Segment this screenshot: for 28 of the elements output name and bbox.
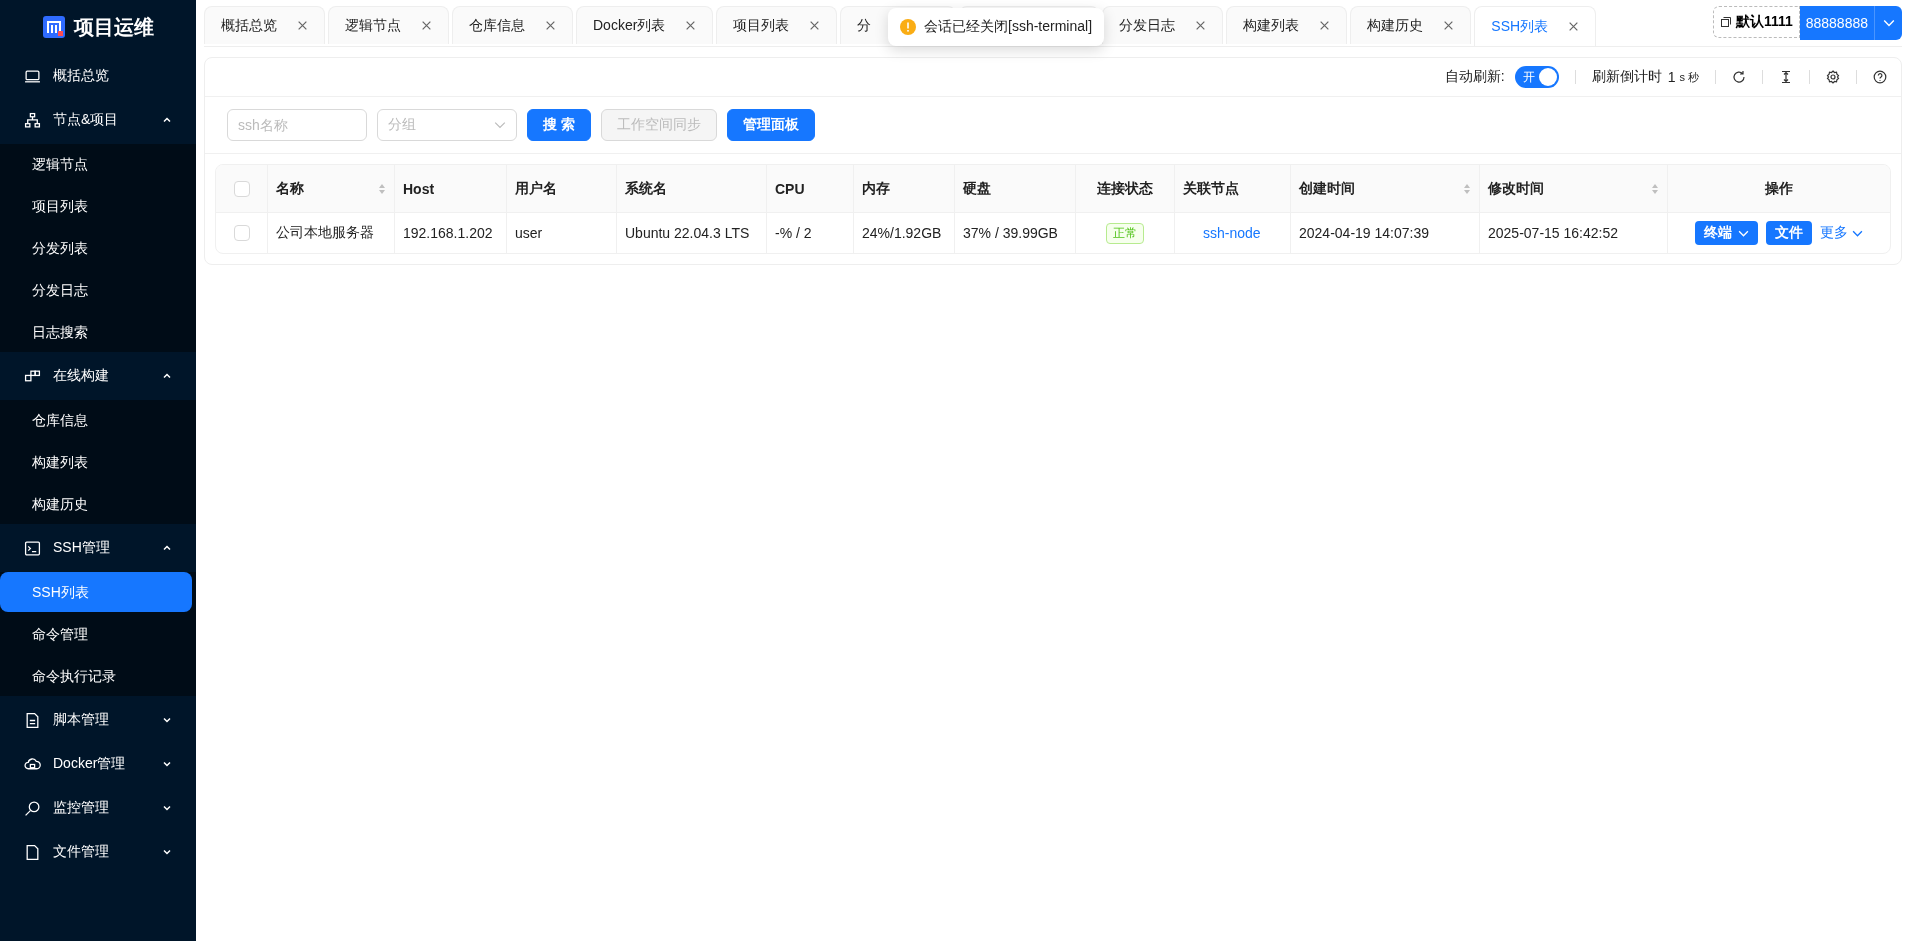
column-header: 连接状态 [1097,179,1153,198]
app-title: 项目运维 [74,14,154,40]
column-header: Host [403,180,435,197]
table-cell: 2024-04-19 14:07:39 [1299,225,1429,241]
countdown-label: 刷新倒计时 [1591,68,1662,86]
status-tag: 正常 [1106,222,1144,244]
table-cell: 24%/1.92GB [862,225,942,241]
column-header: 硬盘 [963,179,991,198]
toast-message: 会话已经关闭[ssh-terminal] [924,18,1093,36]
column-header: 创建时间 [1299,179,1355,198]
table-cell: 2025-07-15 16:42:52 [1488,225,1618,241]
column-header: 关联节点 [1183,179,1239,198]
countdown-unit: s 秒 [1679,69,1699,85]
table-cell: Ubuntu 22.04.3 LTS [625,225,750,241]
table-cell: -% / 2 [775,225,812,241]
table-cell: 公司本地服务器 [276,224,374,242]
column-header: CPU [775,180,805,197]
column-header: 内存 [862,179,890,198]
auto-refresh-label: 自动刷新: [1444,68,1505,86]
table-cell: 37% / 39.99GB [963,225,1058,241]
column-header: 名称 [276,179,304,198]
table-cell: 192.168.1.202 [403,225,493,241]
countdown-value: 1 [1667,69,1676,85]
column-header: 修改时间 [1488,179,1544,198]
column-header: 操作 [1765,179,1793,198]
column-header: 用户名 [515,179,557,198]
table-cell: user [515,225,543,241]
column-header: 系统名 [625,179,667,198]
